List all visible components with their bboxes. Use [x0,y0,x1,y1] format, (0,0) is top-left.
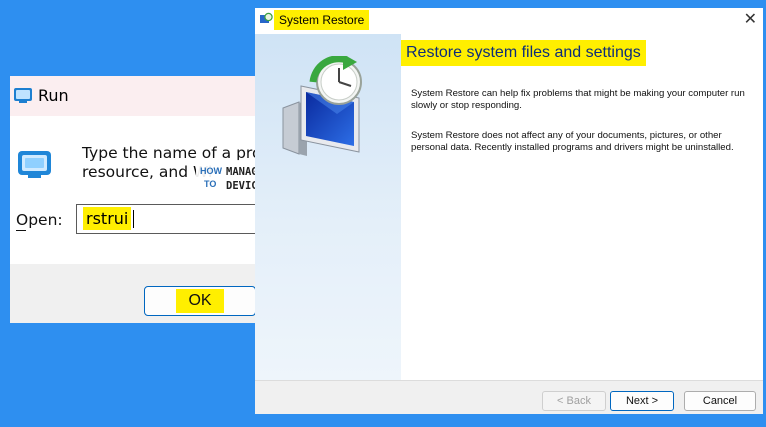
system-restore-titlebar[interactable]: System Restore ✕ [255,8,763,34]
run-title: Run [38,86,69,105]
next-button[interactable]: Next > [610,391,674,411]
ok-button-label: OK [176,289,224,313]
logo-how: HOW [200,166,223,176]
wizard-side-panel [255,34,401,380]
ok-button[interactable]: OK [144,286,256,316]
close-icon[interactable]: ✕ [744,9,757,29]
open-input-value: rstrui [83,207,132,230]
open-input[interactable]: rstrui [76,204,278,234]
page-heading: Restore system files and settings [401,40,646,66]
run-program-icon [16,148,54,185]
system-restore-title: System Restore [274,10,370,30]
cancel-button[interactable]: Cancel [684,391,756,411]
system-restore-illustration-icon [277,54,377,161]
run-dialog: Run Type the name of a progr resource, a… [10,76,278,323]
back-button[interactable]: < Back [542,391,606,411]
system-restore-window: System Restore ✕ Restore system files an… [255,8,763,414]
text-caret [133,210,134,228]
run-titlebar[interactable]: Run [10,76,278,116]
open-label-underline [16,230,26,231]
open-label: Open: [16,211,63,229]
wizard-content: Restore system files and settings System… [401,34,763,380]
system-restore-icon [259,12,273,31]
logo-to: TO [204,179,216,189]
info-paragraph: System Restore does not affect any of yo… [411,130,734,153]
run-icon [13,86,33,109]
intro-paragraph: System Restore can help fix problems tha… [411,88,745,111]
wizard-footer: < Back Next > Cancel [255,380,763,414]
